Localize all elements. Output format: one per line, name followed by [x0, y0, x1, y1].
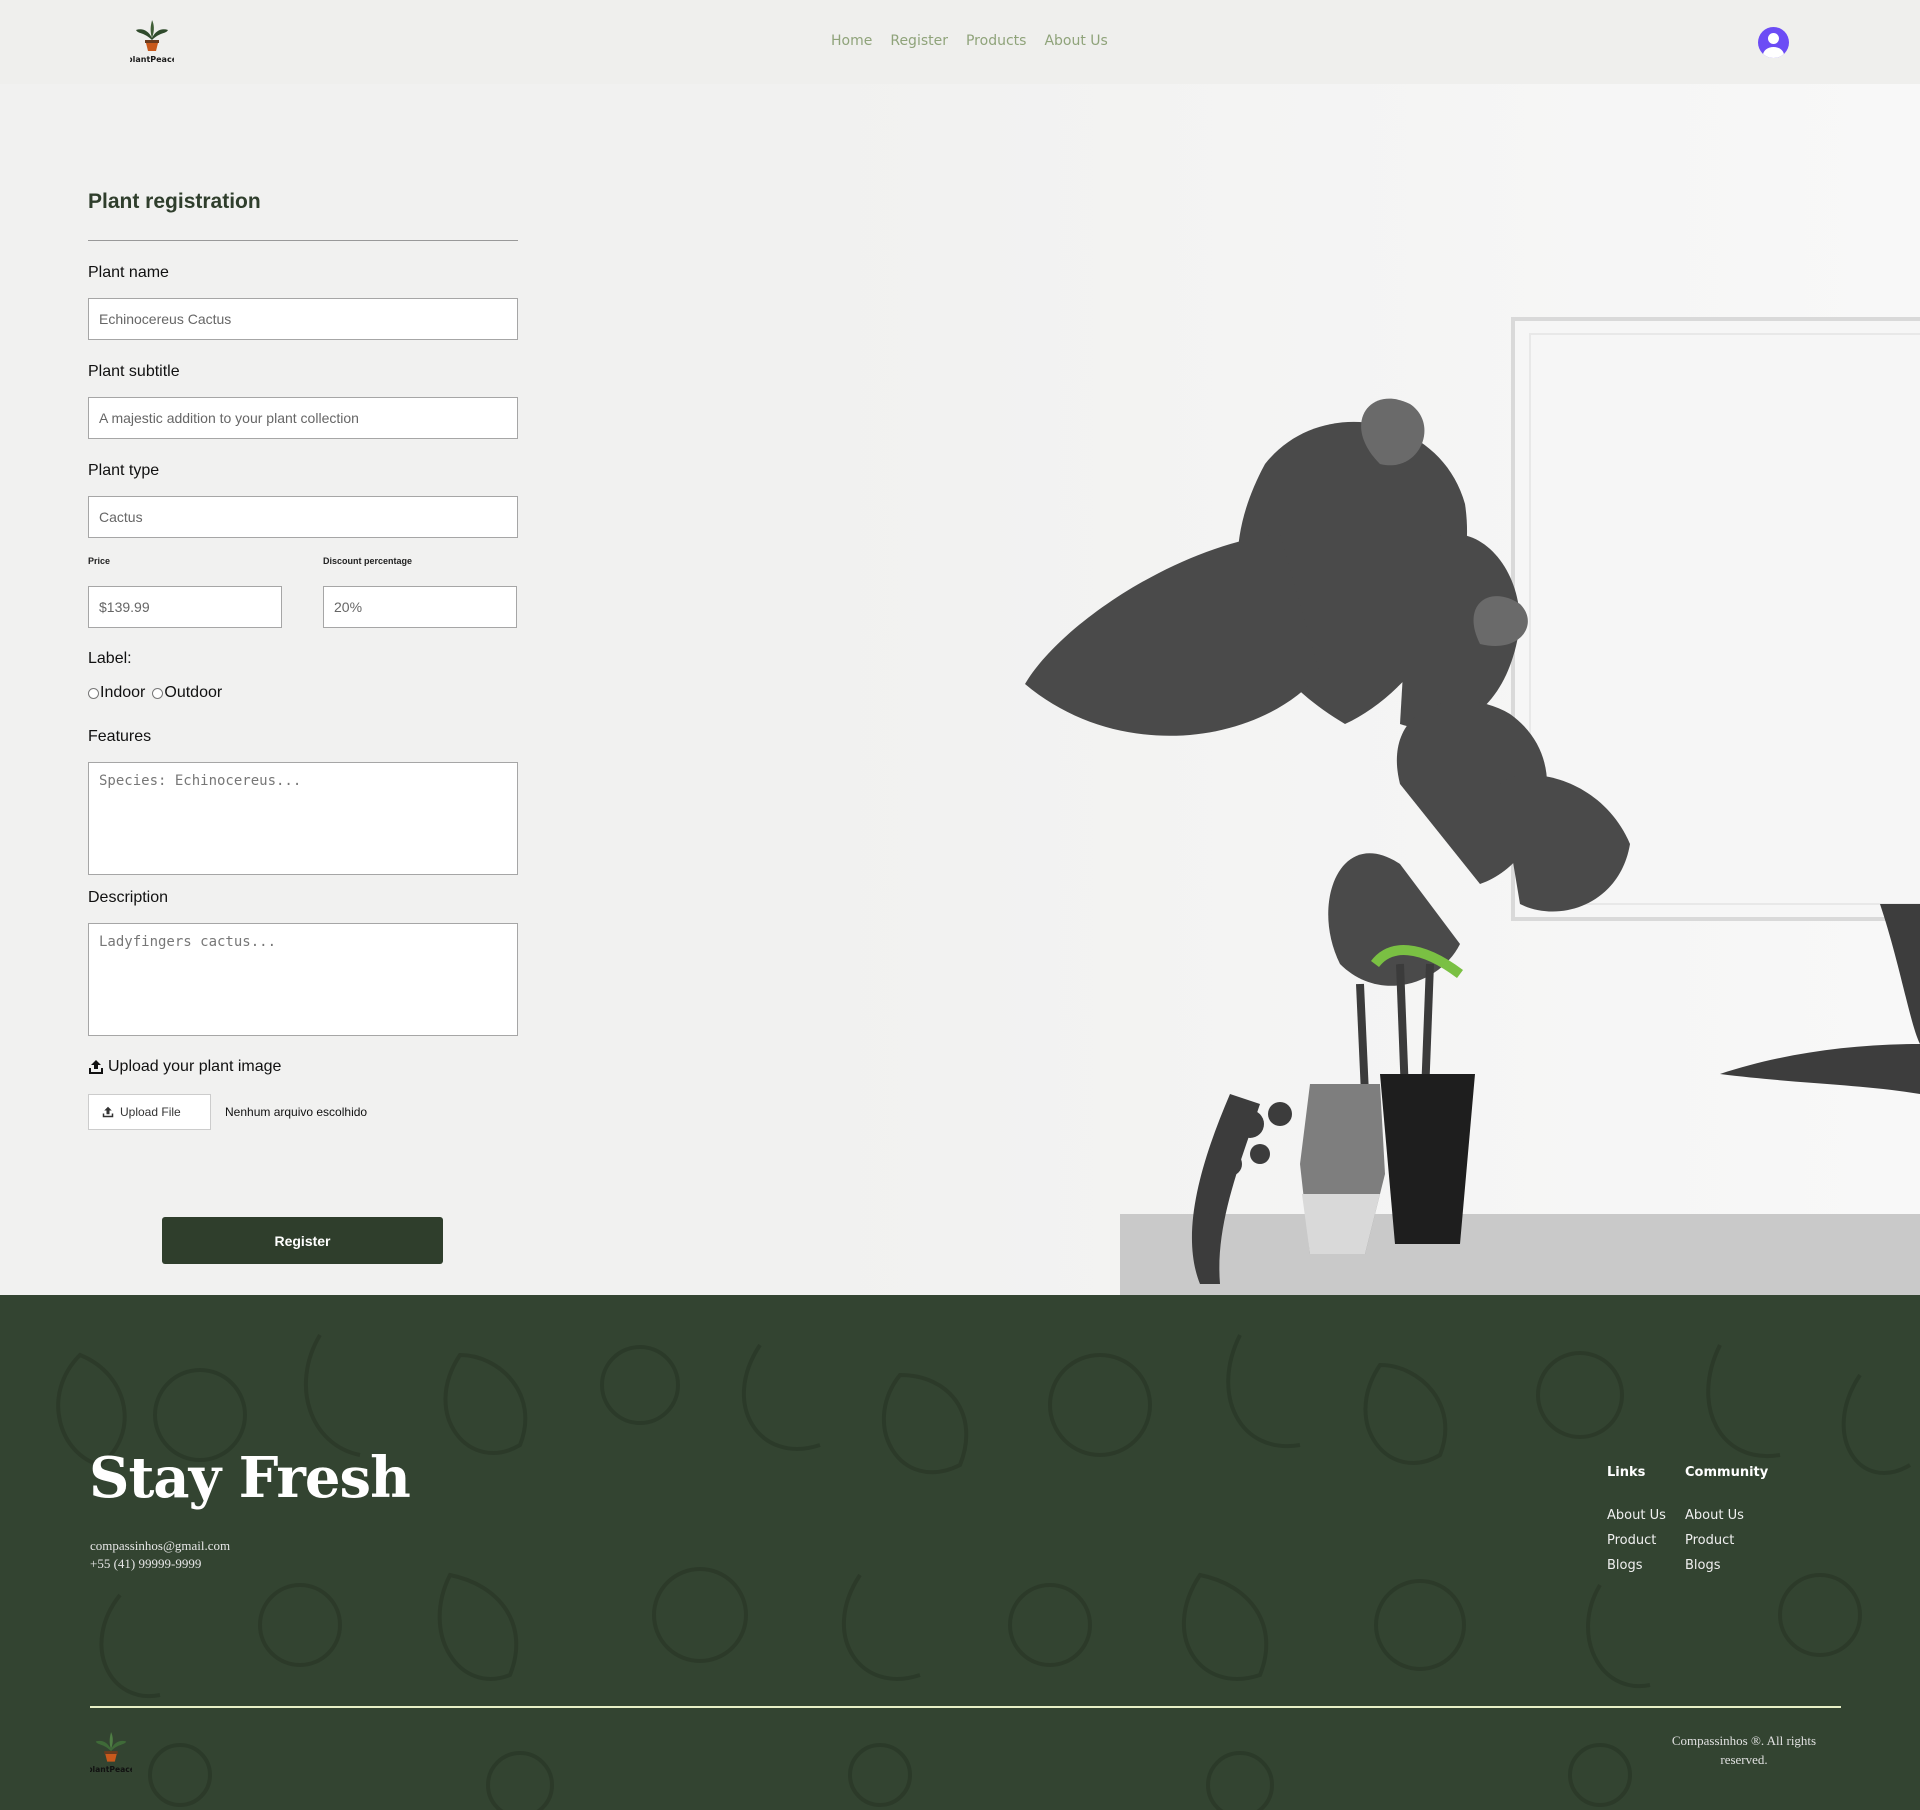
upload-icon	[89, 1060, 103, 1074]
plantpeace-logo[interactable]: plantPeace	[127, 18, 178, 66]
user-avatar-icon[interactable]	[1758, 27, 1789, 58]
site-header: plantPeace Home Register Products About …	[0, 0, 1920, 84]
hero-plant-image	[820, 84, 1920, 1295]
footer-community-about-us[interactable]: About Us	[1685, 1508, 1768, 1523]
indoor-radio-label[interactable]: Indoor	[100, 684, 145, 702]
main-nav: Home Register Products About Us	[831, 33, 1108, 49]
upload-file-button[interactable]: Upload File	[88, 1094, 211, 1130]
upload-title: Upload your plant image	[88, 1058, 281, 1076]
svg-text:plantPeace: plantPeace	[90, 1765, 132, 1774]
plant-registration-form: Plant registration Plant name Echinocere…	[88, 190, 518, 1264]
footer-links-title: Links	[1607, 1465, 1646, 1480]
no-file-chosen-text: Nenhum arquivo escolhido	[225, 1105, 368, 1119]
plant-name-label: Plant name	[88, 264, 169, 281]
footer-community-column: Community About Us Product Blogs	[1685, 1465, 1768, 1583]
discount-label: Discount percentage	[323, 556, 413, 566]
copyright-text: Compassinhos ®. All rights reserved.	[1671, 1733, 1817, 1767]
nav-home[interactable]: Home	[831, 33, 872, 49]
outdoor-radio[interactable]	[152, 687, 164, 699]
form-title: Plant registration	[88, 190, 261, 213]
footer-headline: Stay Fresh	[89, 1445, 411, 1511]
label-radio-group: Indoor Outdoor	[88, 684, 222, 702]
footer-link-about-us[interactable]: About Us	[1607, 1508, 1666, 1523]
nav-products[interactable]: Products	[966, 33, 1026, 49]
footer-phone: +55 (41) 99999-9999	[90, 1556, 202, 1571]
upload-title-text: Upload your plant image	[108, 1058, 282, 1075]
upload-file-button-label: Upload File	[120, 1105, 181, 1119]
price-input[interactable]: $139.99	[88, 586, 282, 628]
footer-plantpeace-logo[interactable]: plantPeace	[87, 1730, 135, 1776]
price-label: Price	[88, 556, 111, 566]
plant-subtitle-input[interactable]: A majestic addition to your plant collec…	[88, 397, 518, 439]
plant-subtitle-label: Plant subtitle	[88, 363, 180, 380]
footer-community-product[interactable]: Product	[1685, 1533, 1768, 1548]
register-button[interactable]: Register	[162, 1217, 443, 1264]
footer-community-title: Community	[1685, 1465, 1769, 1480]
indoor-radio[interactable]	[88, 687, 99, 699]
footer-community-blogs[interactable]: Blogs	[1685, 1558, 1768, 1573]
footer-links-column: Links About Us Product Blogs	[1607, 1465, 1666, 1583]
plant-type-input[interactable]: Cactus	[88, 496, 518, 538]
label-heading: Label:	[88, 650, 132, 667]
footer-divider	[90, 1706, 1841, 1708]
description-textarea[interactable]: Ladyfingers cactus...	[88, 923, 518, 1036]
discount-input[interactable]: 20%	[323, 586, 517, 628]
plant-name-input[interactable]: Echinocereus Cactus	[88, 298, 518, 340]
nav-about-us[interactable]: About Us	[1044, 33, 1107, 49]
outdoor-radio-label[interactable]: Outdoor	[164, 684, 222, 702]
plant-type-label: Plant type	[88, 462, 160, 479]
features-label: Features	[88, 728, 152, 745]
svg-text:plantPeace: plantPeace	[130, 55, 174, 64]
form-divider	[88, 240, 518, 241]
nav-register[interactable]: Register	[890, 33, 948, 49]
footer-link-product[interactable]: Product	[1607, 1533, 1666, 1548]
footer-email[interactable]: compassinhos@gmail.com	[90, 1538, 230, 1554]
description-label: Description	[88, 889, 169, 906]
features-textarea[interactable]: Species: Echinocereus...	[88, 762, 518, 875]
site-footer: Stay Fresh compassinhos@gmail.com +55 (4…	[0, 1295, 1920, 1810]
upload-icon	[102, 1106, 114, 1118]
footer-link-blogs[interactable]: Blogs	[1607, 1558, 1666, 1573]
